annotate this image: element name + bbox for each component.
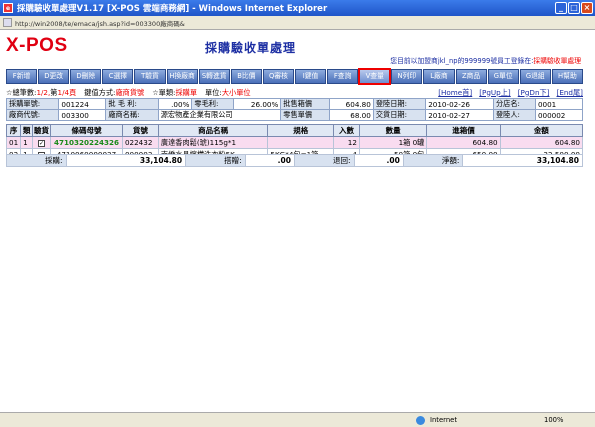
cell-name: 廣達香肉鬆(琥)115g*1 (157, 136, 269, 149)
nav-pgup[interactable]: [PgUp上] (479, 88, 511, 98)
retail-label: 零售單價 (280, 109, 331, 121)
net-label: 淨額: (402, 154, 464, 167)
retail-margin-field[interactable]: 26.00% (233, 98, 282, 110)
column-header[interactable]: 規格 (267, 124, 335, 137)
user-info: 您目前以加盟商jkl_np的999999號員工登錄在:採購驗收單處理 (390, 57, 581, 65)
margin-field[interactable]: .00% (157, 98, 193, 110)
toolbar-button[interactable]: T驗貨 (134, 69, 166, 84)
toolbar-button[interactable]: S轉進貨 (198, 69, 230, 84)
column-header[interactable]: 驗貨 (32, 124, 51, 137)
toolbar-button[interactable]: G單位 (487, 69, 519, 84)
login-field[interactable]: 000002 (534, 109, 584, 121)
cell-barcode: 4710320224326 (50, 136, 123, 149)
order-info-table: 採購單號: 001224 批 毛 利: .00% 零毛利: 26.00% 批售箱… (5, 98, 584, 121)
column-header[interactable]: 金額 (499, 124, 584, 137)
wholesale-label: 批售箱價 (280, 98, 331, 110)
column-header[interactable]: 貨號 (121, 124, 159, 137)
retail-field[interactable]: 68.00 (329, 109, 374, 121)
discount-label: 搭贈: (185, 154, 246, 167)
net-total: 33,104.80 (462, 154, 583, 167)
ie-icon: e (3, 3, 13, 13)
cell-amount: 604.80 (499, 136, 584, 149)
purchase-label: 採購: (6, 154, 67, 167)
page-title: 採購驗收單處理 (205, 41, 297, 55)
status-bar: Internet 100% (0, 412, 595, 427)
vendor-code-field[interactable]: 003300 (58, 109, 107, 121)
toolbar-button[interactable]: N列印 (391, 69, 423, 84)
delivery-field[interactable]: 2010-02-27 (425, 109, 494, 121)
reg-date-label: 登陸日期: (372, 98, 427, 110)
column-header[interactable]: 入數 (333, 124, 360, 137)
page-content: X-POS 採購驗收單處理 您目前以加盟商jkl_np的999999號員工登錄在… (0, 30, 595, 412)
purchase-total: 33,104.80 (65, 154, 187, 167)
toolbar-button[interactable]: F查詢 (327, 69, 359, 84)
reg-date-field[interactable]: 2010-02-26 (425, 98, 494, 110)
window-title: 採購驗收單處理V1.17 [X-POS 雲端商務網] - Windows Int… (17, 4, 328, 14)
table-row[interactable]: 01 1 ✓ 4710320224326 022432 廣達香肉鬆(琥)115g*1 12 1… (5, 136, 584, 149)
margin-label: 批 毛 利: (105, 98, 159, 110)
vendor-name-field[interactable]: 源宏物產企業有限公司 (157, 109, 282, 121)
cell-seq: 01 (5, 136, 22, 149)
cell-checked[interactable]: ✓ (32, 136, 51, 149)
globe-icon (416, 416, 425, 425)
page-icon (3, 18, 12, 27)
cell-type: 1 (20, 136, 34, 149)
security-zone: Internet (430, 416, 457, 424)
column-header[interactable]: 序 (5, 124, 22, 137)
branch-field[interactable]: 0001 (534, 98, 584, 110)
toolbar-button[interactable]: C選擇 (102, 69, 134, 84)
vendor-name-label: 廠商名稱: (105, 109, 159, 121)
nav-pgdn[interactable]: [PgDn下] (518, 88, 550, 98)
cell-qty: 1箱 0罐 (358, 136, 428, 149)
toolbar-button[interactable]: Z商品 (455, 69, 487, 84)
order-no-label: 採購單號: (5, 98, 60, 110)
column-header[interactable]: 條碼母號 (50, 124, 123, 137)
column-header[interactable]: 類 (20, 124, 34, 137)
delivery-label: 交貨日期: (372, 109, 427, 121)
cell-inqty: 12 (333, 136, 360, 149)
return-total: .00 (353, 154, 404, 167)
toolbar-button[interactable]: B比價 (230, 69, 262, 84)
pager: [Home首] [PgUp上] [PgDn下] [End尾] (438, 88, 583, 98)
order-no-field[interactable]: 001224 (58, 98, 107, 110)
return-label: 退回: (293, 154, 355, 167)
toolbar-button[interactable]: G退組 (519, 69, 551, 84)
toolbar-button[interactable]: I鍵值 (294, 69, 327, 84)
minimize-button[interactable]: _ (555, 2, 567, 14)
zoom-level[interactable]: 100% (544, 416, 563, 424)
cell-spec (267, 136, 335, 149)
toolbar-button[interactable]: L廠商 (423, 69, 455, 84)
stats-row: ☆總筆數: 1/2, 第 1/4頁 鍵值方式: 廠商貨號 ☆單類: 採購單 單位: 大小單位… (6, 87, 583, 98)
toolbar: F新增 D更改 D刪除 C選擇 T驗貨 H換廠商 S轉進貨 B比價 Q審核 I鍵值 F查詢 V查量 N列… (6, 68, 583, 85)
url-text[interactable]: http://win2008/te/emaca/jsh.asp?id=00330… (15, 18, 185, 28)
maximize-button[interactable]: □ (568, 2, 580, 14)
discount-total: .00 (244, 154, 295, 167)
column-header[interactable]: 數量 (358, 124, 428, 137)
toolbar-button[interactable]: D刪除 (70, 69, 102, 84)
cell-price: 604.80 (426, 136, 501, 149)
vendor-code-label: 廠商代號: (5, 109, 60, 121)
nav-end[interactable]: [End尾] (557, 88, 583, 98)
toolbar-button[interactable]: H換廠商 (166, 69, 198, 84)
toolbar-button[interactable]: Q審核 (262, 69, 294, 84)
toolbar-button[interactable]: H幫助 (551, 69, 583, 84)
retail-margin-label: 零毛利: (191, 98, 235, 110)
toolbar-button[interactable]: V查量 (358, 68, 392, 85)
toolbar-button[interactable]: D更改 (38, 69, 70, 84)
wholesale-field[interactable]: 604.80 (329, 98, 374, 110)
column-header[interactable]: 商品名稱 (157, 124, 269, 137)
logo: X-POS (6, 35, 68, 56)
totals-table: 採購: 33,104.80 搭贈: .00 退回: .00 淨額: 33,104… (6, 154, 583, 167)
column-header[interactable]: 進箱價 (426, 124, 501, 137)
window-titlebar: e 採購驗收單處理V1.17 [X-POS 雲端商務網] - Windows I… (0, 0, 595, 16)
branch-label: 分店名: (492, 98, 536, 110)
cell-item-no: 022432 (121, 136, 159, 149)
login-label: 登陸人: (492, 109, 536, 121)
close-button[interactable]: × (581, 2, 593, 14)
toolbar-button[interactable]: F新增 (6, 69, 38, 84)
verify-checkbox[interactable]: ✓ (38, 139, 46, 147)
nav-home[interactable]: [Home首] (438, 88, 472, 98)
address-bar[interactable]: http://win2008/te/emaca/jsh.asp?id=00330… (0, 16, 595, 30)
